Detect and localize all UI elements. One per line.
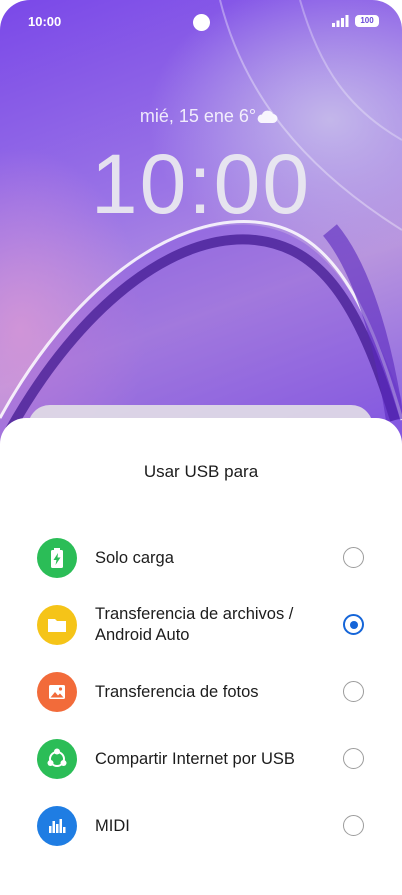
radio-button-selected[interactable] [343, 614, 364, 635]
battery-icon: 100 [355, 15, 379, 27]
folder-icon [37, 605, 77, 645]
lock-date-weather: mié, 15 ene 6° [139, 106, 257, 126]
image-icon [37, 672, 77, 712]
option-label: MIDI [95, 817, 130, 835]
option-solo-carga[interactable]: Solo carga [0, 530, 402, 586]
equalizer-icon [37, 806, 77, 846]
sheet-title: Usar USB para [143, 462, 259, 481]
option-label: Transferencia de fotos [95, 683, 259, 701]
option-label: Solo carga [95, 549, 174, 567]
radio-button[interactable] [343, 547, 364, 568]
option-transferencia-fotos[interactable]: Transferencia de fotos [0, 664, 402, 720]
option-midi[interactable]: MIDI [0, 798, 402, 854]
signal-icon [332, 15, 349, 27]
usb-options-sheet: Usar USB para Solo carga Transferencia d… [0, 418, 402, 895]
share-network-icon [37, 739, 77, 779]
cloud-icon [257, 110, 278, 123]
radio-button[interactable] [343, 748, 364, 769]
option-label: Compartir Internet por USB [95, 750, 295, 768]
status-bar: 10:00 100 [0, 0, 402, 44]
option-transferencia-archivos[interactable]: Transferencia de archivos / Android Auto [0, 597, 402, 653]
lock-clock: 10:00 [90, 137, 312, 231]
radio-button[interactable] [343, 815, 364, 836]
status-time: 10:00 [28, 14, 62, 29]
option-compartir-internet[interactable]: Compartir Internet por USB [0, 731, 402, 787]
battery-charging-icon [37, 538, 77, 578]
radio-button[interactable] [343, 681, 364, 702]
phone-screen: 10:00 100 mié, 15 ene 6° 10:00 Usar USB … [0, 0, 402, 895]
option-label: Transferencia de archivos / Android Auto [95, 605, 294, 644]
front-camera-cutout [193, 14, 210, 31]
